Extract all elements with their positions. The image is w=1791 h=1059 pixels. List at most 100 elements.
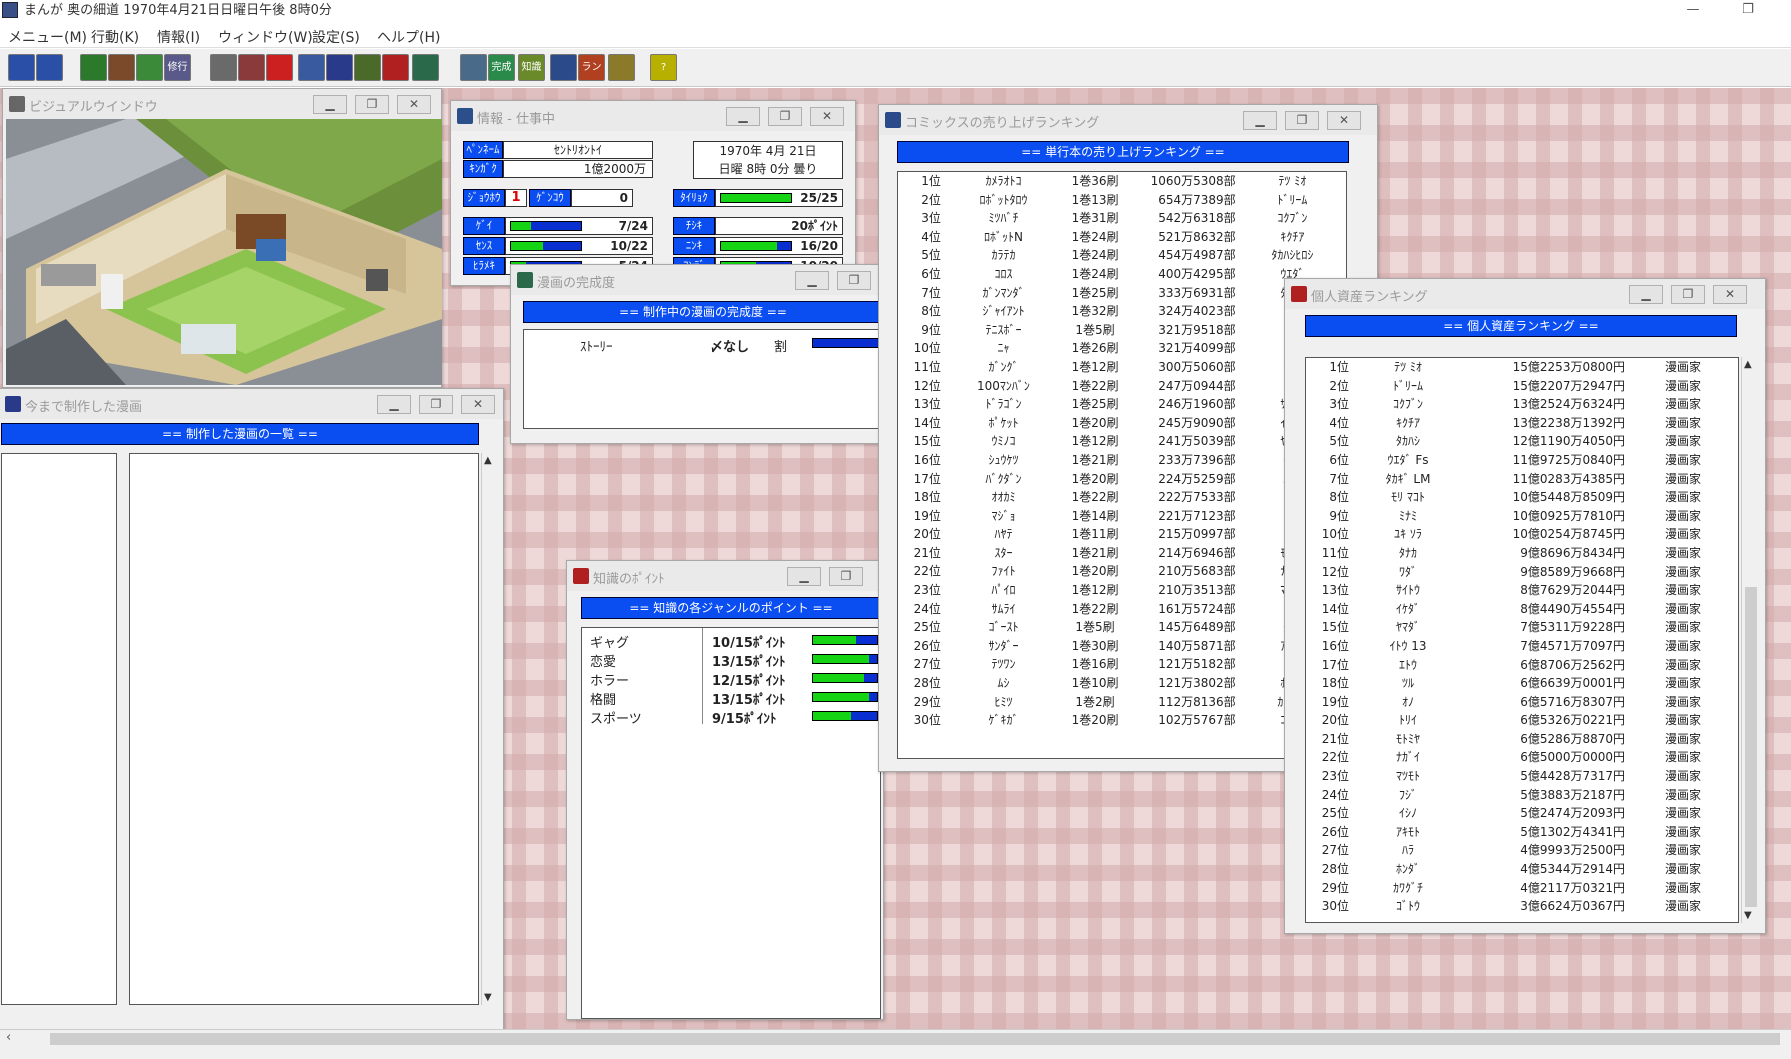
- table-row[interactable]: 19位ﾏｼﾞｮ1巻14刷221万7123部ｵﾉ: [898, 507, 1346, 526]
- ranking-tool-button[interactable]: ランキング: [578, 54, 605, 81]
- minimize-icon[interactable]: ▁: [1629, 285, 1663, 304]
- menu-main[interactable]: メニュー(M): [8, 27, 87, 47]
- maximize-button[interactable]: ❐: [1725, 0, 1771, 22]
- table-row[interactable]: 6位 ｺﾛｽ 1巻24刷 400万4295部 ｳｴﾀﾞ: [898, 265, 1346, 284]
- asset-ranking-window-titlebar[interactable]: 個人資産ランキング ▁ ❐ ✕: [1285, 279, 1765, 309]
- table-row[interactable]: 17位ﾊﾞｸﾀﾞﾝ1巻20刷224万5259部ｴﾄｳ: [898, 470, 1346, 489]
- scroll-left-icon[interactable]: ‹: [6, 1030, 11, 1045]
- table-row[interactable]: 15位 ﾔﾏﾀﾞ 7億5311万9228円 漫画家: [1306, 618, 1738, 637]
- table-row[interactable]: 10位ﾆｬ1巻26刷321万4099部ﾕｷ: [898, 339, 1346, 358]
- made-manga-scrollbar[interactable]: ▲ ▼: [481, 453, 499, 1005]
- table-row[interactable]: 24位ｻﾑﾗｲ1巻22刷161万5724部ﾌｼﾞ: [898, 600, 1346, 619]
- made-manga-list-right[interactable]: [129, 453, 479, 1005]
- table-row[interactable]: 27位ﾃﾂﾜﾝ1巻16刷121万5182部ﾊﾗ: [898, 655, 1346, 674]
- close-icon[interactable]: ✕: [810, 107, 844, 126]
- table-row[interactable]: 21位ｽﾀｰ1巻21刷214万6946部ﾓﾄﾐﾔ: [898, 544, 1346, 563]
- table-row[interactable]: 5位 ﾀｶﾊｼ 12億1190万4050円 漫画家: [1306, 432, 1738, 451]
- table-row[interactable]: 14位ﾎﾟｹｯﾄ1巻20刷245万9090部ｲｹﾀﾞ: [898, 414, 1346, 433]
- table-row[interactable]: 1位 ﾃﾂ ﾐｵ 15億2253万0800円 漫画家: [1306, 358, 1738, 377]
- comics-ranking-table-panel[interactable]: 1位 ｶﾒﾗｵﾄｺ 1巻36刷 1060万5308部 ﾃﾂ ﾐｵ 2位 ﾛﾎﾞｯﾄﾀﾛｳ 1巻…: [897, 171, 1347, 759]
- close-icon[interactable]: ✕: [1327, 111, 1361, 130]
- minimize-icon[interactable]: ▁: [787, 567, 821, 586]
- restore-icon[interactable]: ❐: [1671, 285, 1705, 304]
- table-row[interactable]: 11位ｶﾞﾝｸﾞ1巻12刷300万5060部ﾀﾅｶ: [898, 358, 1346, 377]
- table-row[interactable]: 3位 ｺｸﾌﾞﾝ 13億2524万6324円 漫画家: [1306, 395, 1738, 414]
- car-tool-button[interactable]: [382, 54, 409, 81]
- minimize-icon[interactable]: ▁: [795, 271, 829, 290]
- minimize-icon[interactable]: ▁: [377, 395, 411, 414]
- comics-tool-button[interactable]: [550, 54, 577, 81]
- table-row[interactable]: 4位 ﾛﾎﾞｯﾄN 1巻24刷 521万8632部 ｷｸﾁｱ: [898, 228, 1346, 247]
- clock-tool-button[interactable]: [80, 54, 107, 81]
- menu-action[interactable]: 行動(K): [91, 27, 139, 47]
- knowledge-window[interactable]: 知識のﾎﾟｲﾝﾄ ▁ ❐ == 知識の各ジャンルのポイント == ギャグ 10/1…: [566, 560, 884, 1020]
- table-row[interactable]: 23位ﾊﾟｲﾛ1巻12刷210万3513部ﾏﾂﾓﾄ: [898, 581, 1346, 600]
- table-row[interactable]: 18位 ﾂﾙ 6億6639万0001円 漫画家: [1306, 674, 1738, 693]
- menu-help[interactable]: ヘルプ(H): [377, 27, 440, 47]
- scroll-up-icon[interactable]: ▲: [484, 455, 492, 466]
- scroll-down-icon[interactable]: ▼: [484, 992, 492, 1003]
- table-row[interactable]: 16位 ｲﾄｳ 13 7億4571万7097円 漫画家: [1306, 637, 1738, 656]
- made-manga-window-titlebar[interactable]: 今まで制作した漫画 ▁ ❐ ✕: [0, 389, 503, 419]
- work-tool-button[interactable]: [108, 54, 135, 81]
- restore-icon[interactable]: ❐: [829, 567, 863, 586]
- close-icon[interactable]: ✕: [461, 395, 495, 414]
- table-row[interactable]: 10位 ﾕｷ ｿﾗ 10億0254万8745円 漫画家: [1306, 525, 1738, 544]
- knowledge-window-titlebar[interactable]: 知識のﾎﾟｲﾝﾄ ▁ ❐: [567, 561, 883, 591]
- mailbox-tool-button[interactable]: [266, 54, 293, 81]
- made-manga-window[interactable]: 今まで制作した漫画 ▁ ❐ ✕ == 制作した漫画の一覧 == ▲ ▼: [0, 388, 504, 1029]
- assistant-tool-button[interactable]: [326, 54, 353, 81]
- table-row[interactable]: 22位 ﾅｶﾞｲ 6億5000万0000円 漫画家: [1306, 748, 1738, 767]
- table-row[interactable]: 2位 ﾛﾎﾞｯﾄﾀﾛｳ 1巻13刷 654万7389部 ﾄﾞﾘｰﾑ: [898, 191, 1346, 210]
- asset-ranking-window[interactable]: 個人資産ランキング ▁ ❐ ✕ == 個人資産ランキング == 1位 ﾃﾂ ﾐｵ 1…: [1284, 278, 1766, 934]
- table-row[interactable]: 28位ﾑｼ1巻10刷121万3802部ﾎﾝﾀﾞ: [898, 674, 1346, 693]
- restore-icon[interactable]: ❐: [768, 107, 802, 126]
- table-row[interactable]: 12位100ﾏﾝﾊﾞﾝ1巻22刷247万0944部ﾜﾀﾞ: [898, 377, 1346, 396]
- table-row[interactable]: 28位 ﾎﾝﾀﾞ 4億5344万2914円 漫画家: [1306, 860, 1738, 879]
- menu-window[interactable]: ウィンドウ(W): [218, 27, 313, 47]
- table-row[interactable]: 23位 ﾏﾂﾓﾄ 5億4428万7317円 漫画家: [1306, 767, 1738, 786]
- minimize-button[interactable]: —: [1670, 0, 1716, 22]
- table-row[interactable]: 8位 ﾓﾘ ﾏｺﾄ 10億5448万8509円 漫画家: [1306, 488, 1738, 507]
- completion-window-titlebar[interactable]: 漫画の完成度 ▁ ❐: [511, 265, 889, 295]
- scroll-up-icon[interactable]: ▲: [1744, 359, 1752, 370]
- schedule-tool-button[interactable]: [238, 54, 265, 81]
- table-row[interactable]: 4位 ｷｸﾁｱ 13億2238万1392円 漫画家: [1306, 414, 1738, 433]
- table-row[interactable]: 7位ｶﾞﾝﾏﾝﾀﾞ1巻25刷333万6931部ﾀｶｷﾞ: [898, 284, 1346, 303]
- knowledge-tool-button[interactable]: 知識: [518, 54, 545, 81]
- visual-window-titlebar[interactable]: ビジュアルウインドウ ▁ ❐ ✕: [3, 89, 441, 119]
- close-icon[interactable]: ✕: [397, 95, 431, 114]
- info-window-titlebar[interactable]: 情報 - 仕事中 ▁ ❐ ✕: [451, 101, 855, 131]
- table-row[interactable]: 30位 ｺﾞﾄｳ 3億6624万0367円 漫画家: [1306, 897, 1738, 916]
- help-tool-button[interactable]: ?: [650, 54, 677, 81]
- info-window[interactable]: 情報 - 仕事中 ▁ ❐ ✕ ﾍﾟﾝﾈｰﾑ ｾﾝﾄﾘｵﾝﾄｲ ｷﾝｶﾞｸ 1億2…: [450, 100, 856, 286]
- minimize-icon[interactable]: ▁: [726, 107, 760, 126]
- table-row[interactable]: 21位 ﾓﾄﾐﾔ 6億5286万8870円 漫画家: [1306, 730, 1738, 749]
- trophy-tool-button[interactable]: [608, 54, 635, 81]
- table-row[interactable]: 20位 ﾄﾘｲ 6億5326万0221円 漫画家: [1306, 711, 1738, 730]
- restore-icon[interactable]: ❐: [1285, 111, 1319, 130]
- table-row[interactable]: 24位 ﾌｼﾞ 5億3883万2187円 漫画家: [1306, 786, 1738, 805]
- scroll-down-icon[interactable]: ▼: [1744, 910, 1752, 921]
- table-row[interactable]: 29位 ｶﾜｸﾞﾁ 4億2117万0321円 漫画家: [1306, 879, 1738, 898]
- table-row[interactable]: 19位 ｵﾉ 6億5716万8307円 漫画家: [1306, 693, 1738, 712]
- table-row[interactable]: 18位ｵｵｶﾐ1巻22刷222万7533部ﾂﾙ: [898, 488, 1346, 507]
- menu-settings[interactable]: 設定(S): [312, 27, 360, 47]
- table-row[interactable]: 9位ﾃﾆｽﾎﾞｰ1巻5刷321万9518部ﾐﾅﾐ: [898, 321, 1346, 340]
- table-row[interactable]: 8位ｼﾞｬｲｱﾝﾄ1巻32刷324万4023部ﾓﾘ: [898, 302, 1346, 321]
- restore-icon[interactable]: ❐: [419, 395, 453, 414]
- table-row[interactable]: 13位ﾄﾞﾗｺﾞﾝ1巻25刷246万1960部ｻｲﾄｳ: [898, 395, 1346, 414]
- info-tool-button[interactable]: [460, 54, 487, 81]
- horizontal-scrollbar[interactable]: ‹: [0, 1029, 1791, 1047]
- table-row[interactable]: 7位 ﾀｶｷﾞ LM 11億0283万4385円 漫画家: [1306, 470, 1738, 489]
- horizontal-scroll-thumb[interactable]: [50, 1033, 1780, 1045]
- completion-window[interactable]: 漫画の完成度 ▁ ❐ == 制作中の漫画の完成度 == ｽﾄｰﾘｰ 〆なし 割: [510, 264, 890, 444]
- save-tool-button[interactable]: [8, 54, 35, 81]
- travel-tool-button[interactable]: 修行: [164, 54, 191, 81]
- close-icon[interactable]: ✕: [1713, 285, 1747, 304]
- table-row[interactable]: 22位ﾌｧｲﾄ1巻20刷210万5683部ﾅｶﾞｲ: [898, 562, 1346, 581]
- table-row[interactable]: 25位ｺﾞｰｽﾄ1巻5刷145万6489部ｲｼﾉ: [898, 618, 1346, 637]
- table-row[interactable]: 11位 ﾀﾅｶ 9億8696万8434円 漫画家: [1306, 544, 1738, 563]
- minimize-icon[interactable]: ▁: [313, 95, 347, 114]
- table-row[interactable]: 17位 ｴﾄｳ 6億8706万2562円 漫画家: [1306, 656, 1738, 675]
